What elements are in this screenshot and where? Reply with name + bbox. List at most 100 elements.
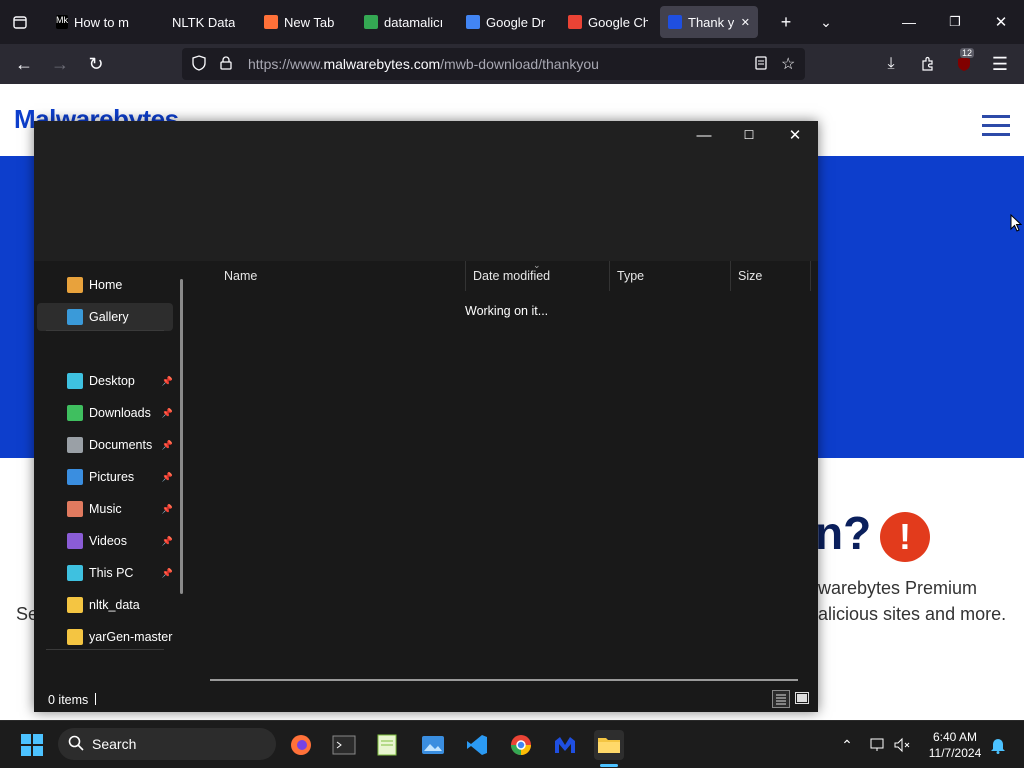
nav-item-label: This PC	[89, 566, 134, 580]
explorer-close-button[interactable]: ✕	[772, 121, 818, 149]
column-header-name[interactable]: Name	[217, 261, 466, 291]
browser-tab[interactable]: Mk How to m	[48, 6, 160, 38]
extensions-icon[interactable]	[914, 50, 942, 78]
browser-tab[interactable]: NLTK Data	[164, 6, 252, 38]
browser-nav-bar: ← → ↻ https://www.malwarebytes.com/mwb-d…	[0, 44, 1024, 84]
nav-item-yargen-master[interactable]: yarGen-master	[37, 623, 173, 651]
browser-tab-bar: Mk How to m NLTK Data New Tab datamalicı Goog…	[0, 0, 1024, 44]
terminal-icon[interactable]	[329, 730, 359, 760]
navigation-pane-scrollbar[interactable]	[180, 279, 183, 594]
lock-icon[interactable]	[220, 55, 234, 73]
nav-item-pictures[interactable]: Pictures 📌	[37, 463, 173, 491]
file-explorer-window: — ☐ ✕ Home Gallery Desktop 📌 Downloads 📌 Docum…	[34, 121, 818, 712]
browser-tab[interactable]: Google Dr	[458, 6, 556, 38]
status-bar: 0 items	[34, 685, 818, 712]
music-icon	[67, 501, 83, 517]
item-count: 0 items	[48, 693, 89, 707]
details-view-icon[interactable]	[772, 690, 790, 708]
nav-item-desktop[interactable]: Desktop 📌	[37, 367, 173, 395]
page-menu-icon[interactable]	[982, 115, 1010, 142]
chrome-icon[interactable]	[506, 730, 536, 760]
nav-item-label: Videos	[89, 534, 127, 548]
forward-arrow-icon[interactable]: →	[46, 50, 74, 78]
nav-divider	[46, 649, 164, 650]
home-icon	[67, 277, 83, 293]
firefox-icon[interactable]	[286, 730, 316, 760]
windows-start-icon[interactable]	[17, 730, 47, 760]
downloads-icon[interactable]: ⤓	[877, 50, 905, 78]
tab-label: datamalicı	[384, 14, 444, 30]
reader-view-icon[interactable]	[754, 55, 768, 73]
promo-line-2: alicious sites and more.	[818, 604, 1007, 624]
back-arrow-icon[interactable]: ←	[10, 50, 38, 78]
notification-bell-icon[interactable]	[983, 730, 1013, 760]
malwarebytes-taskbar-icon[interactable]	[550, 730, 580, 760]
tab-label: NLTK Data	[172, 14, 236, 30]
horizontal-scrollbar[interactable]	[210, 679, 798, 681]
ublock-extension-icon[interactable]: 12	[950, 48, 978, 78]
navigation-pane: Home Gallery Desktop 📌 Downloads 📌 Documents 📌 P…	[34, 261, 184, 681]
nav-item-gallery[interactable]: Gallery	[37, 303, 173, 331]
close-browser-button[interactable]: ✕	[987, 8, 1015, 36]
nav-item-videos[interactable]: Videos 📌	[37, 527, 173, 555]
nav-item-downloads[interactable]: Downloads 📌	[37, 399, 173, 427]
reload-icon[interactable]: ↻	[82, 50, 110, 78]
volume-muted-icon[interactable]	[887, 730, 917, 760]
explorer-maximize-button[interactable]: ☐	[726, 121, 772, 149]
tab-favicon-icon	[264, 15, 278, 29]
url-bar[interactable]: https://www.malwarebytes.com/mwb-downloa…	[182, 48, 805, 80]
show-hidden-icons-chevron-icon[interactable]: ⌃	[832, 730, 862, 760]
tab-label: New Tab	[284, 14, 335, 30]
nav-item-music[interactable]: Music 📌	[37, 495, 173, 523]
warning-icon: !	[880, 512, 930, 562]
column-header-type[interactable]: Type	[610, 261, 731, 291]
nav-item-home[interactable]: Home	[37, 271, 173, 299]
nav-item-this-pc[interactable]: This PC 📌	[37, 559, 173, 587]
system-clock[interactable]: 6:40 AM 11/7/2024	[920, 729, 990, 761]
tab-overview-icon[interactable]	[6, 8, 34, 36]
clock-date: 11/7/2024	[928, 746, 982, 760]
column-header-size[interactable]: Size	[731, 261, 811, 291]
explorer-minimize-button[interactable]: —	[681, 121, 727, 149]
browser-tab[interactable]: Thank y ✕	[660, 6, 758, 38]
preview-view-icon[interactable]	[794, 690, 810, 706]
page-heading-fragment: n?	[815, 507, 872, 559]
photos-icon[interactable]	[418, 730, 448, 760]
tab-favicon-icon	[466, 15, 480, 29]
download-icon	[67, 405, 83, 421]
browser-tab[interactable]: New Tab	[256, 6, 352, 38]
nav-item-label: Gallery	[89, 310, 129, 324]
app-menu-icon[interactable]: ☰	[986, 50, 1014, 78]
notepad-plus-icon[interactable]	[372, 730, 402, 760]
shield-icon[interactable]	[192, 54, 208, 74]
active-app-indicator	[600, 764, 618, 767]
search-placeholder: Search	[92, 736, 137, 752]
folder-icon	[67, 597, 83, 613]
url-prefix: https://www.	[248, 56, 324, 72]
new-tab-button[interactable]: +	[772, 8, 800, 36]
working-status-text: Working on it...	[465, 304, 549, 318]
minimize-button[interactable]: —	[895, 8, 923, 36]
browser-tab[interactable]: datamalicı	[356, 6, 454, 38]
tab-label: Thank y	[688, 14, 735, 30]
bookmark-star-icon[interactable]: ☆	[781, 54, 795, 74]
tab-favicon-icon	[364, 15, 378, 29]
nav-item-nltk-data[interactable]: nltk_data	[37, 591, 173, 619]
clock-time: 6:40 AM	[932, 730, 978, 744]
computer-icon	[67, 565, 83, 581]
tab-favicon-icon	[668, 15, 682, 29]
vscode-icon[interactable]	[462, 730, 492, 760]
restore-button[interactable]: ❐	[941, 8, 969, 36]
pin-icon: 📌	[161, 535, 173, 546]
file-explorer-taskbar-icon[interactable]	[594, 730, 624, 760]
documents-icon	[67, 437, 83, 453]
nav-item-documents[interactable]: Documents 📌	[37, 431, 173, 459]
sort-chevron-icon: ⌄	[533, 260, 541, 270]
tab-list-chevron-icon[interactable]: ⌄	[812, 8, 840, 36]
nav-divider	[46, 330, 164, 331]
nav-item-label: Pictures	[89, 470, 135, 484]
close-tab-icon[interactable]: ✕	[741, 16, 750, 29]
browser-tab[interactable]: Google Ch	[560, 6, 656, 38]
nav-item-label: Home	[89, 278, 123, 292]
taskbar-search-box[interactable]: Search	[58, 728, 276, 760]
